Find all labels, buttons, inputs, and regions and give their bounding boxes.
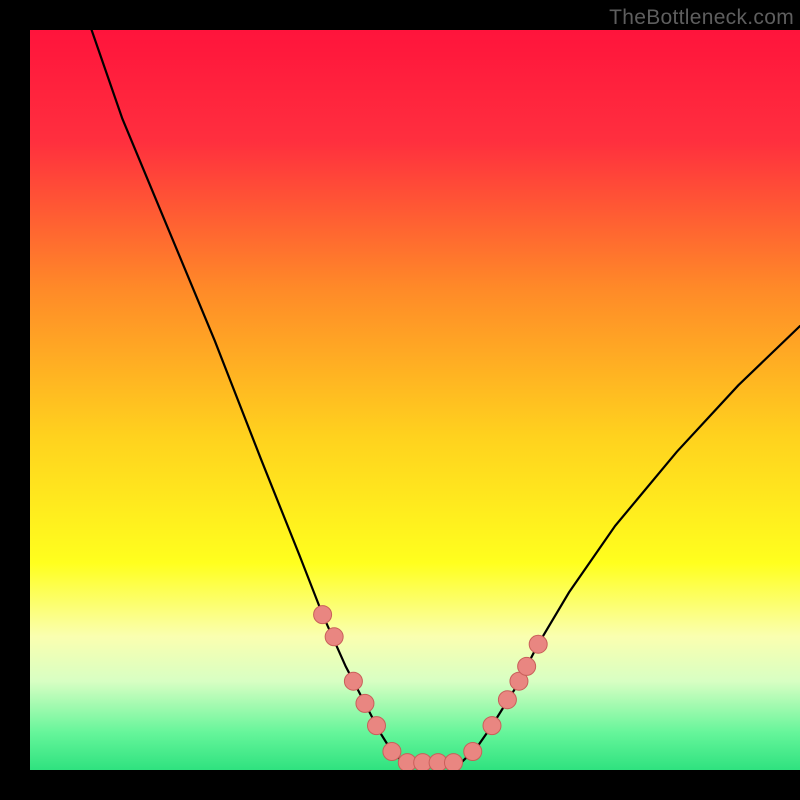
marker-dot [483,717,501,735]
marker-dot [464,743,482,761]
plot-area [30,30,800,770]
marker-dot [344,672,362,690]
chart-frame: TheBottleneck.com [0,0,800,800]
watermark-text: TheBottleneck.com [609,6,794,30]
curve-layer [30,30,800,770]
marker-dot [518,657,536,675]
marker-group [314,606,548,770]
marker-dot [529,635,547,653]
marker-dot [325,628,343,646]
marker-dot [356,694,374,712]
marker-dot [314,606,332,624]
marker-dot [383,743,401,761]
marker-dot [368,717,386,735]
marker-dot [498,691,516,709]
marker-dot [445,754,463,770]
bottleneck-curve [92,30,800,763]
